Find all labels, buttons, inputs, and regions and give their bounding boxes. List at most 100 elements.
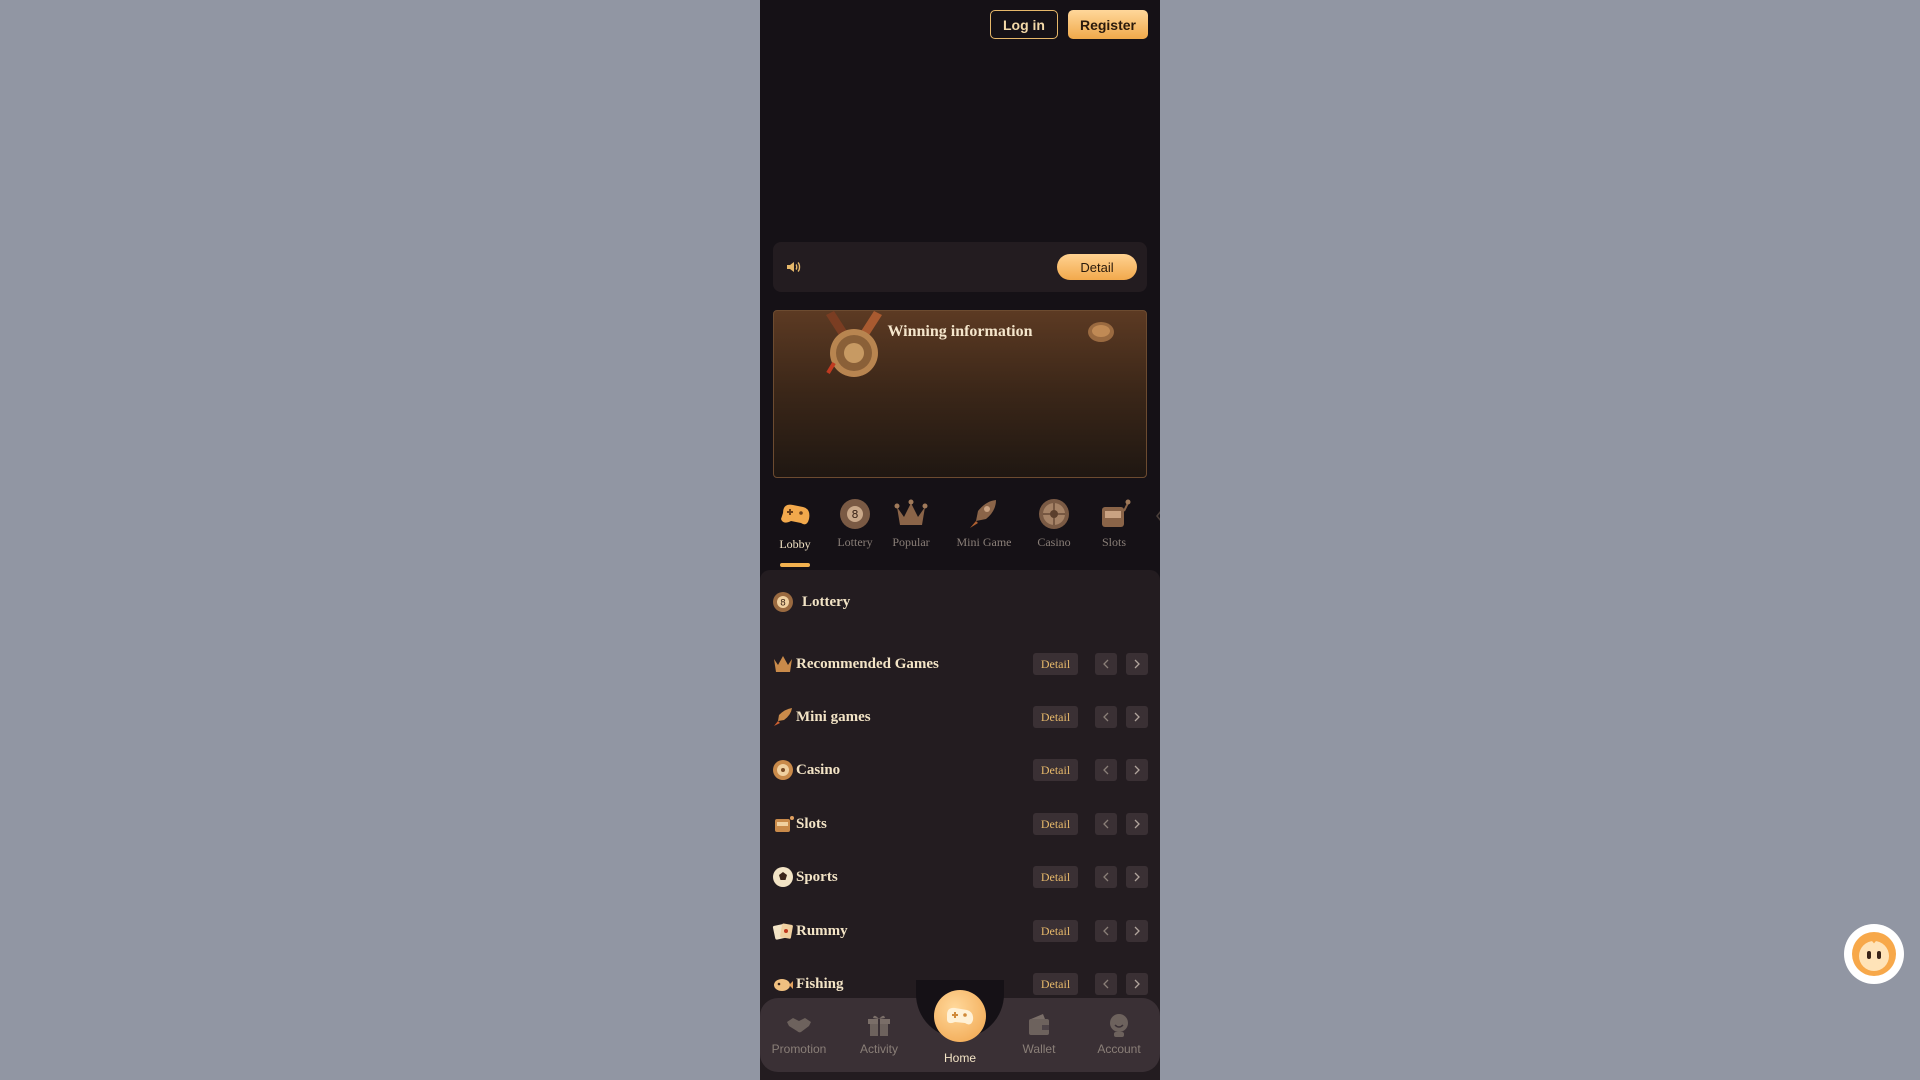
roulette-icon: [1039, 499, 1069, 529]
section-title: Sports: [796, 868, 838, 885]
gift-icon: [868, 1015, 890, 1036]
section-title: Rummy: [796, 922, 848, 939]
section-title: Slots: [796, 815, 827, 832]
tabs-more-indicator: [1156, 510, 1160, 522]
handshake-icon: [787, 1018, 811, 1033]
chevron-left-icon: [1103, 872, 1109, 882]
section-rummy: Rummy Detail: [772, 917, 1148, 945]
chevron-right-icon: [1134, 712, 1140, 722]
chevron-left-icon: [1103, 926, 1109, 936]
account-icon: [1110, 1014, 1128, 1037]
next-button[interactable]: [1126, 866, 1148, 888]
winning-information-panel: Winning information: [773, 310, 1147, 478]
nav-wallet[interactable]: Wallet: [1004, 1012, 1074, 1056]
slot-machine-icon: [1102, 499, 1131, 527]
login-button[interactable]: Log in: [989, 10, 1058, 39]
home-game-icon: [947, 1007, 974, 1025]
tab-label: Popular: [892, 535, 930, 549]
wallet-icon: [1029, 1014, 1049, 1035]
chevron-right-icon: [1134, 979, 1140, 989]
section-lottery: 8 Lottery: [772, 588, 1148, 616]
section-sports: Sports Detail: [772, 863, 1148, 891]
detail-button[interactable]: Detail: [1033, 920, 1078, 942]
chevron-right-icon: [1134, 926, 1140, 936]
rocket-icon: [774, 708, 792, 726]
nav-label: Wallet: [1022, 1042, 1056, 1056]
nav-label: Promotion: [771, 1042, 827, 1056]
chevron-left-icon: [1103, 765, 1109, 775]
detail-button[interactable]: Detail: [1033, 706, 1078, 728]
nav-label: Account: [1097, 1042, 1141, 1056]
category-tabs: Lobby 8 Lottery Popular Mini Game Casino…: [760, 495, 1160, 567]
next-button[interactable]: [1126, 813, 1148, 835]
next-button[interactable]: [1126, 706, 1148, 728]
chevron-left-icon: [1103, 979, 1109, 989]
section-title: Lottery: [802, 593, 851, 610]
prev-button[interactable]: [1095, 973, 1117, 995]
nav-promotion[interactable]: Promotion: [764, 1012, 834, 1056]
section-casino: Casino Detail: [772, 756, 1148, 784]
nav-account[interactable]: Account: [1084, 1012, 1154, 1056]
prev-button[interactable]: [1095, 813, 1117, 835]
active-tab-indicator: [780, 563, 810, 567]
prev-button[interactable]: [1095, 653, 1117, 675]
detail-button[interactable]: Detail: [1033, 653, 1078, 675]
tab-lobby[interactable]: Lobby: [760, 495, 830, 567]
medal-icon: [826, 311, 882, 377]
chevron-left-icon: [1103, 712, 1109, 722]
tab-label: Casino: [1037, 535, 1071, 549]
section-recommended-games: Recommended Games Detail: [772, 650, 1148, 678]
section-mini-games: Mini games Detail: [772, 703, 1148, 731]
prev-button[interactable]: [1095, 920, 1117, 942]
section-title: Recommended Games: [796, 655, 939, 672]
rocket-icon: [970, 500, 996, 528]
auth-bar: Log in Register: [989, 10, 1148, 39]
register-button[interactable]: Register: [1067, 10, 1148, 39]
tab-label: Lottery: [837, 535, 873, 549]
chevron-right-icon: [1134, 872, 1140, 882]
section-title: Casino: [796, 761, 841, 778]
coin-icon: [1088, 322, 1114, 342]
detail-button[interactable]: Detail: [1033, 759, 1078, 781]
mobile-app-frame: Log in Register Detail Winning informati…: [760, 0, 1160, 1080]
tab-label: Mini Game: [956, 535, 1012, 549]
chevron-right-icon: [1134, 819, 1140, 829]
section-title: Mini games: [796, 708, 871, 725]
tab-lottery[interactable]: 8 Lottery: [830, 495, 880, 565]
fish-icon: [774, 979, 793, 991]
chevron-left-icon: [1103, 659, 1109, 669]
chevron-right-icon: [1134, 659, 1140, 669]
nav-home-label: Home: [943, 1051, 976, 1065]
crown-icon: [774, 656, 792, 672]
detail-button[interactable]: Detail: [1033, 866, 1078, 888]
playing-cards-icon: [772, 923, 793, 940]
tab-popular[interactable]: Popular: [880, 495, 942, 565]
tab-slots[interactable]: Slots: [1082, 495, 1146, 565]
prev-button[interactable]: [1095, 866, 1117, 888]
nav-home-button[interactable]: [934, 990, 986, 1042]
tab-mini-game[interactable]: Mini Game: [942, 495, 1026, 565]
section-slots: Slots Detail: [772, 810, 1148, 838]
next-button[interactable]: [1126, 973, 1148, 995]
crown-icon: [894, 499, 928, 525]
nav-label: Activity: [859, 1042, 898, 1056]
nav-activity[interactable]: Activity: [844, 1012, 914, 1056]
prev-button[interactable]: [1095, 759, 1117, 781]
chatbot-icon: [1852, 932, 1896, 976]
tab-casino[interactable]: Casino: [1026, 495, 1082, 565]
next-button[interactable]: [1126, 759, 1148, 781]
next-button[interactable]: [1126, 653, 1148, 675]
notice-detail-button[interactable]: Detail: [1057, 254, 1137, 280]
next-button[interactable]: [1126, 920, 1148, 942]
prev-button[interactable]: [1095, 706, 1117, 728]
customer-service-button[interactable]: [1844, 924, 1904, 984]
roulette-icon: [773, 760, 793, 780]
speaker-icon: [787, 262, 801, 272]
svg-text:8: 8: [852, 508, 859, 521]
detail-button[interactable]: Detail: [1033, 813, 1078, 835]
detail-button[interactable]: Detail: [1033, 973, 1078, 995]
gamepad-icon: [781, 504, 810, 525]
chevron-right-icon: [1134, 765, 1140, 775]
tab-label: Lobby: [779, 537, 811, 551]
slot-machine-icon: [775, 816, 794, 832]
